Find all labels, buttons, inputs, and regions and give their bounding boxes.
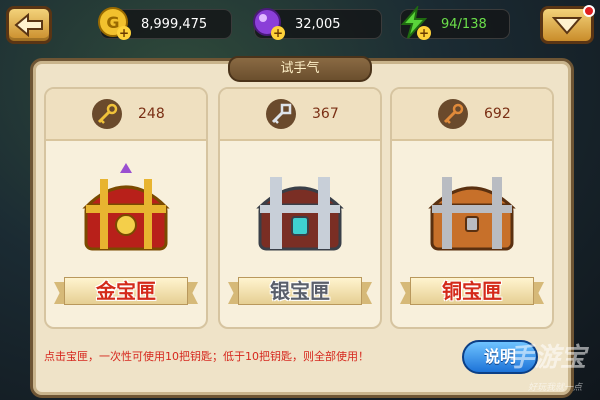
card-header: 248 xyxy=(46,89,206,141)
arrow-left-icon xyxy=(14,13,43,37)
menu-dropdown-button[interactable] xyxy=(540,5,595,44)
usage-hint-text: 点击宝匣，一次性可使用10把钥匙；低于10把钥匙，则全部使用！ xyxy=(44,350,369,363)
gem-add-button[interactable]: + xyxy=(271,26,285,40)
back-button[interactable] xyxy=(6,6,52,44)
panel-title: 试手气 xyxy=(228,56,372,82)
help-button[interactable]: 说明 xyxy=(462,340,538,374)
bronze-key-count: 692 xyxy=(484,106,511,122)
silver-key-count: 367 xyxy=(312,106,339,122)
chevron-down-icon xyxy=(552,17,582,35)
gold-value: 8,999,475 xyxy=(141,17,208,32)
gold-key-icon xyxy=(92,99,122,129)
silver-key-icon xyxy=(266,99,296,129)
card-header: 367 xyxy=(220,89,380,141)
gem-value: 32,005 xyxy=(295,17,341,32)
card-header: 692 xyxy=(392,89,552,141)
gold-chest-icon xyxy=(82,163,170,251)
energy-value: 94/138 xyxy=(441,17,487,32)
gold-counter: G + 8,999,475 xyxy=(98,7,232,40)
gem-counter: + 32,005 xyxy=(253,8,382,40)
silver-chest-icon xyxy=(256,177,344,251)
gold-chest-label: 金宝匣 xyxy=(54,274,198,308)
bronze-chest-label: 铜宝匣 xyxy=(400,274,544,308)
gold-chest-card[interactable]: 248 金宝匣 xyxy=(44,87,208,329)
notification-dot xyxy=(583,5,595,17)
bronze-key-icon xyxy=(438,99,468,129)
energy-counter: + 94/138 xyxy=(400,6,510,40)
silver-chest-card[interactable]: 367 银宝匣 xyxy=(218,87,382,329)
top-bar: G + 8,999,475 + 32,005 + 94/138 xyxy=(0,0,600,50)
bronze-chest-icon xyxy=(428,177,516,251)
energy-add-button[interactable]: + xyxy=(417,26,431,40)
bronze-chest-card[interactable]: 692 铜宝匣 xyxy=(390,87,554,329)
silver-chest-label: 银宝匣 xyxy=(228,274,372,308)
gold-add-button[interactable]: + xyxy=(117,26,131,40)
gold-key-count: 248 xyxy=(138,106,165,122)
